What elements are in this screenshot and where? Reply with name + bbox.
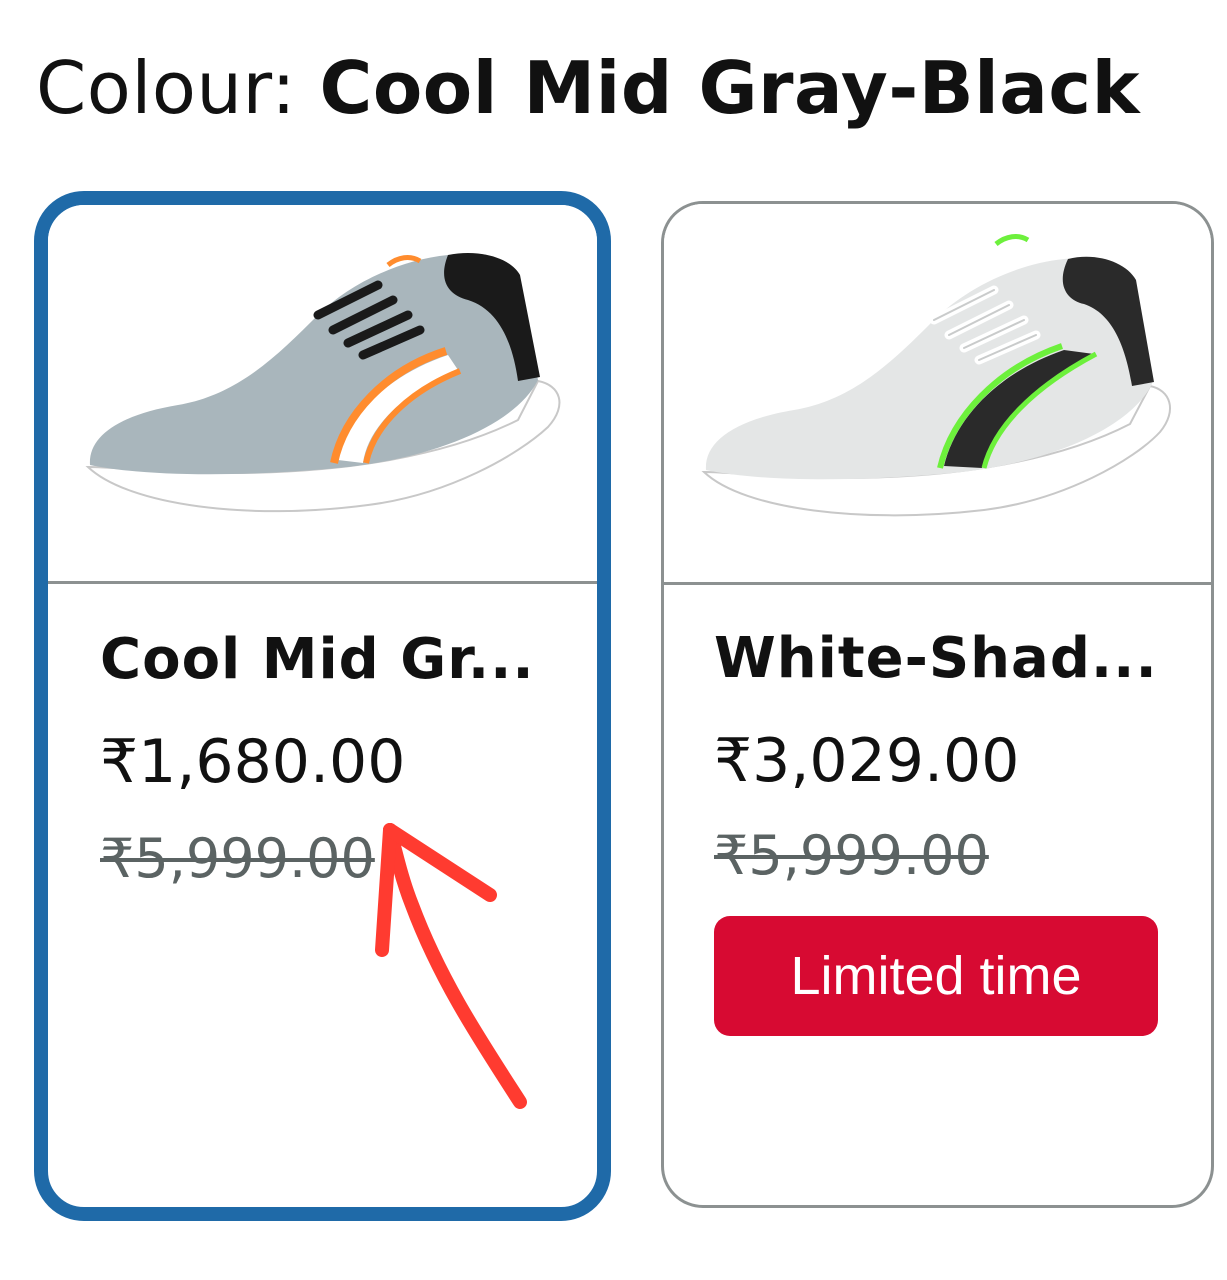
variant-title: White-Shad...: [714, 626, 1158, 691]
selected-colour-value: Cool Mid Gray-Black: [319, 46, 1140, 130]
colour-label: Colour:: [36, 46, 320, 130]
variant-mrp: ₹5,999.00: [714, 824, 989, 887]
colour-heading: Colour: Cool Mid Gray-Black: [36, 34, 1227, 142]
shoe-image: [701, 234, 1171, 517]
variant-card-white-shadow[interactable]: White-Shad... ₹3,029.00 ₹5,999.00 Limite…: [661, 201, 1214, 1208]
product-image: [664, 204, 1211, 585]
limited-time-badge: Limited time: [714, 916, 1158, 1036]
variant-title: Cool Mid Gr...: [100, 627, 535, 692]
product-image: [48, 205, 597, 584]
variant-price: ₹1,680.00: [100, 727, 406, 797]
variant-mrp: ₹5,999.00: [100, 827, 375, 890]
variant-price: ₹3,029.00: [714, 726, 1020, 796]
variant-card-cool-mid-gray[interactable]: Cool Mid Gr... ₹1,680.00 ₹5,999.00: [34, 191, 611, 1221]
shoe-image: [85, 253, 561, 513]
